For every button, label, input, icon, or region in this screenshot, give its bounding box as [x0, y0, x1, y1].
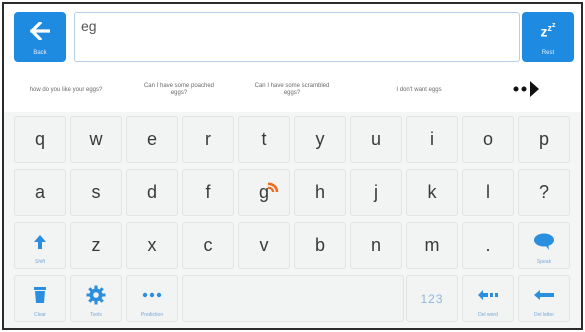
- tools-label: Tools: [90, 312, 102, 318]
- sleep-icon: zzz: [540, 22, 556, 40]
- clear-key[interactable]: Clear: [14, 275, 66, 322]
- speech-bubble-icon: [533, 233, 555, 251]
- tools-key[interactable]: Tools: [70, 275, 122, 322]
- key-c[interactable]: c: [182, 222, 234, 269]
- key-o[interactable]: o: [462, 116, 514, 163]
- key-period[interactable]: .: [462, 222, 514, 269]
- prediction-item[interactable]: how do you like your eggs?: [10, 70, 122, 110]
- more-predictions-icon[interactable]: [508, 77, 548, 101]
- key-v[interactable]: v: [238, 222, 290, 269]
- prediction-bar: how do you like your eggs? Can I have so…: [4, 70, 581, 114]
- prediction-key[interactable]: Prediction: [126, 275, 178, 322]
- prediction-item[interactable]: I don't want eggs: [364, 70, 474, 110]
- app-window: Back eg zzz Rest how do you like your eg…: [2, 2, 583, 330]
- numbers-key[interactable]: 123: [406, 275, 458, 322]
- space-key[interactable]: [182, 275, 404, 322]
- key-g[interactable]: g: [238, 169, 290, 216]
- key-e[interactable]: e: [126, 116, 178, 163]
- rest-label: Rest: [541, 50, 555, 56]
- prediction-item[interactable]: Can I have some scrambled eggs?: [244, 70, 340, 110]
- key-l[interactable]: l: [462, 169, 514, 216]
- speak-key[interactable]: Speak: [518, 222, 570, 269]
- gear-icon: [86, 285, 106, 305]
- key-b[interactable]: b: [294, 222, 346, 269]
- shift-label: Shift: [34, 259, 45, 265]
- dots-icon: [142, 292, 162, 298]
- key-k[interactable]: k: [406, 169, 458, 216]
- prediction-label: Prediction: [140, 312, 164, 318]
- delete-letter-label: Del letter: [533, 312, 554, 318]
- arrow-left-icon: [14, 18, 66, 44]
- key-i[interactable]: i: [406, 116, 458, 163]
- dwell-progress-icon: [267, 182, 279, 193]
- key-a[interactable]: a: [14, 169, 66, 216]
- delete-word-icon: [477, 289, 499, 301]
- trash-icon: [33, 286, 47, 304]
- key-u[interactable]: u: [350, 116, 402, 163]
- key-w[interactable]: w: [70, 116, 122, 163]
- key-p[interactable]: p: [518, 116, 570, 163]
- prediction-item[interactable]: Can I have some poached eggs?: [134, 70, 224, 110]
- arrow-up-icon: [33, 234, 47, 250]
- key-j[interactable]: j: [350, 169, 402, 216]
- backspace-icon: [533, 289, 555, 301]
- shift-key[interactable]: Shift: [14, 222, 66, 269]
- key-n[interactable]: n: [350, 222, 402, 269]
- clear-label: Clear: [34, 312, 46, 318]
- key-y[interactable]: y: [294, 116, 346, 163]
- key-s[interactable]: s: [70, 169, 122, 216]
- key-f[interactable]: f: [182, 169, 234, 216]
- delete-letter-key[interactable]: Del letter: [518, 275, 570, 322]
- key-question[interactable]: ?: [518, 169, 570, 216]
- delete-word-label: Del word: [478, 312, 498, 318]
- rest-button[interactable]: zzz Rest: [522, 12, 574, 62]
- key-z[interactable]: z: [70, 222, 122, 269]
- key-q[interactable]: q: [14, 116, 66, 163]
- key-r[interactable]: r: [182, 116, 234, 163]
- speak-label: Speak: [536, 259, 552, 265]
- key-m[interactable]: m: [406, 222, 458, 269]
- key-d[interactable]: d: [126, 169, 178, 216]
- delete-word-key[interactable]: Del word: [462, 275, 514, 322]
- back-button[interactable]: Back: [14, 12, 66, 62]
- key-t[interactable]: t: [238, 116, 290, 163]
- key-h[interactable]: h: [294, 169, 346, 216]
- top-bar: Back eg zzz Rest: [14, 12, 574, 62]
- keyboard: q w e r t y u i o p a s d f g h j k l ?: [4, 112, 581, 328]
- message-input[interactable]: eg: [74, 12, 520, 62]
- back-label: Back: [33, 50, 47, 56]
- key-x[interactable]: x: [126, 222, 178, 269]
